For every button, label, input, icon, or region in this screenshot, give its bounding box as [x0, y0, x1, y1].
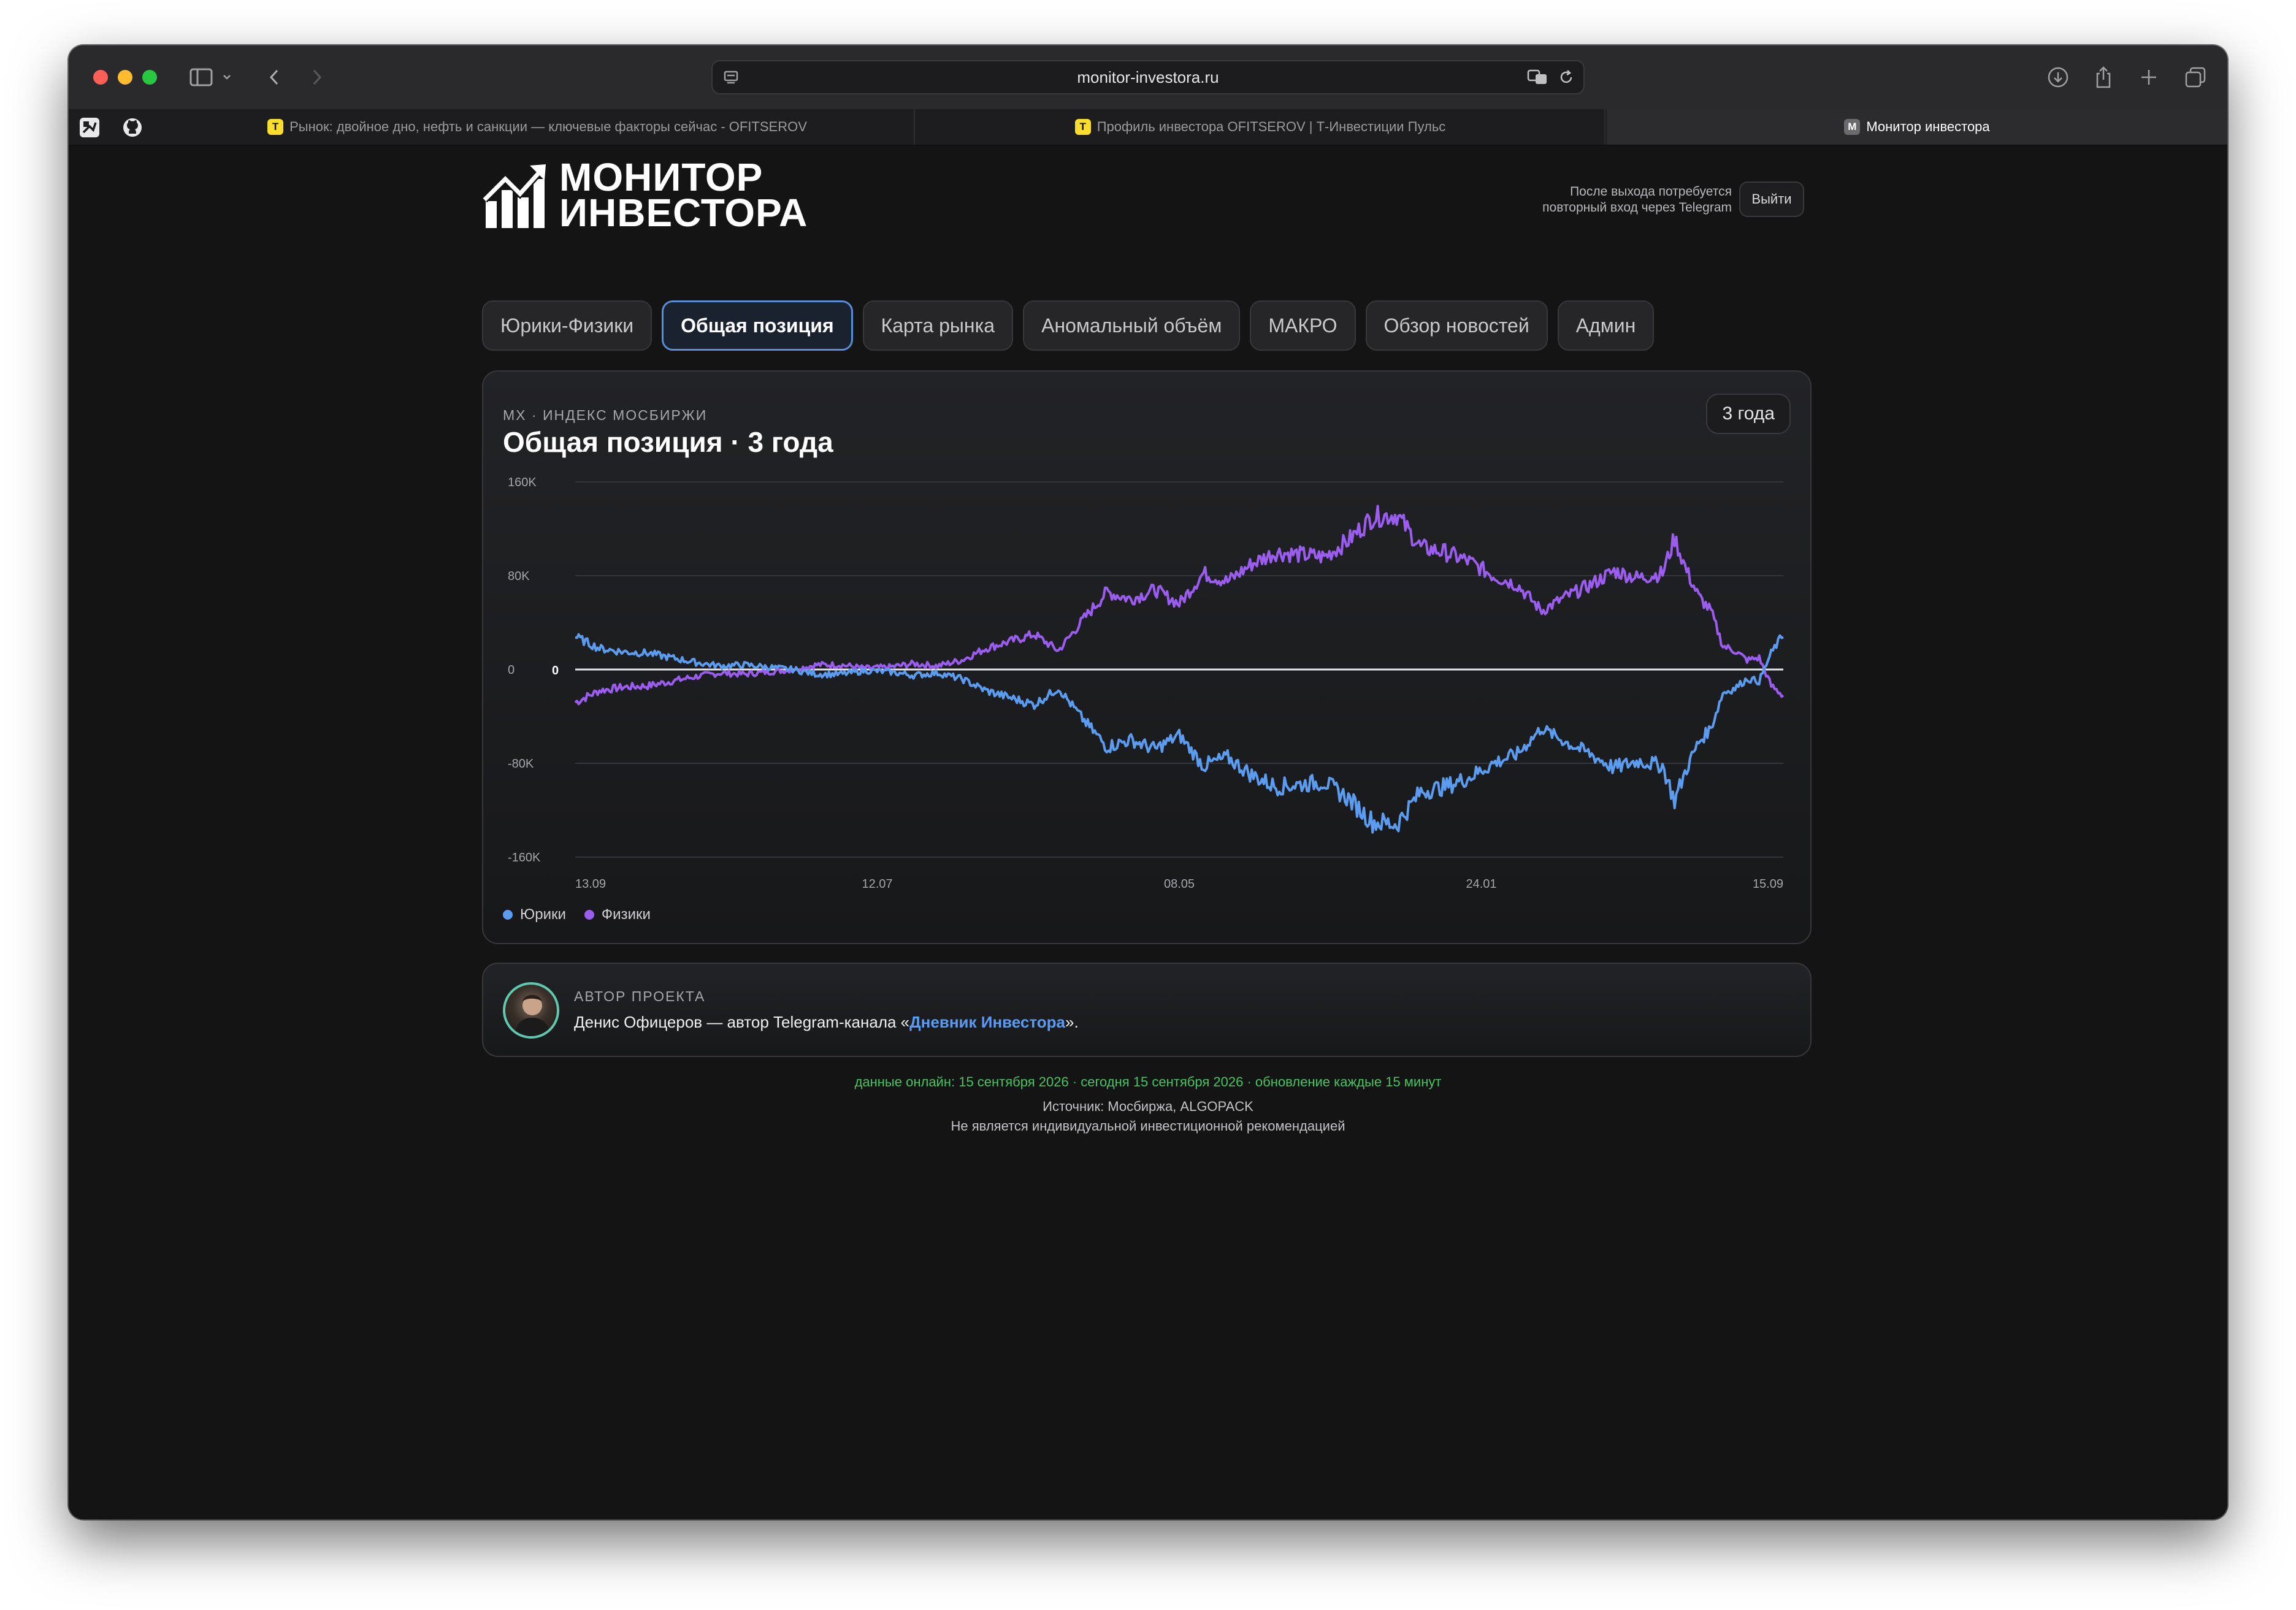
- x-tick-label: 13.09: [575, 877, 606, 891]
- author-text-after: ».: [1065, 1013, 1079, 1031]
- nav-tab-market-map[interactable]: Карта рынка: [862, 300, 1014, 351]
- tab-title: Монитор инвестора: [1866, 119, 1990, 134]
- zoom-window-button[interactable]: [142, 70, 157, 85]
- tinkoff-favicon-icon: T: [1074, 119, 1091, 135]
- author-card: АВТОР ПРОЕКТА Денис Офицеров — автор Tel…: [482, 963, 1812, 1057]
- minimize-window-button[interactable]: [118, 70, 132, 85]
- x-tick-label: 24.01: [1466, 877, 1496, 891]
- chart-legend: Юрики Физики: [503, 906, 651, 923]
- tab-title: Профиль инвестора OFITSEROV | Т-Инвестиц…: [1096, 119, 1446, 134]
- tab-overview-icon[interactable]: [2182, 64, 2209, 91]
- pinned-tab-app-icon[interactable]: [78, 116, 101, 139]
- author-kicker: АВТОР ПРОЕКТА: [574, 988, 706, 1004]
- nav-tab-admin[interactable]: Админ: [1557, 300, 1655, 351]
- downloads-icon[interactable]: [2045, 64, 2072, 91]
- telegram-channel-link[interactable]: Дневник Инвестора: [909, 1013, 1065, 1031]
- browser-window: monitor-investora.ru T Рынок: двойное дн…: [69, 45, 2227, 1519]
- legend-item-fiziki[interactable]: Физики: [584, 906, 651, 923]
- logo-line-2: ИНВЕСТОРА: [559, 191, 808, 235]
- logo-chart-icon: [482, 164, 546, 228]
- zero-label: 0: [552, 664, 559, 677]
- nav-tab-news-review[interactable]: Обзор новостей: [1365, 300, 1548, 351]
- data-status: данные онлайн: 15 сентября 2026 · сегодн…: [854, 1074, 1442, 1089]
- legend-label-yuriki: Юрики: [520, 906, 566, 923]
- y-tick-label: -80K: [508, 757, 534, 771]
- site-logo[interactable]: МОНИТОР ИНВЕСТОРА: [482, 155, 808, 235]
- logout-button[interactable]: Выйти: [1739, 181, 1804, 217]
- browser-tab[interactable]: T Профиль инвестора OFITSEROV | Т-Инвест…: [916, 109, 1605, 145]
- nav-tab-yuriki-fiziki[interactable]: Юрики-Физики: [482, 300, 652, 351]
- browser-tab[interactable]: T Рынок: двойное дно, нефть и санкции — …: [161, 109, 915, 145]
- page-content: МОНИТОР ИНВЕСТОРА После выхода потребует…: [69, 147, 2227, 1519]
- x-tick-label: 15.09: [1753, 877, 1783, 891]
- main-nav: Юрики-Физики Общая позиция Карта рынка А…: [482, 300, 1655, 351]
- disclaimer: Не является индивидуальной инвестиционно…: [951, 1118, 1345, 1134]
- reload-icon[interactable]: [1558, 69, 1575, 89]
- url-text: monitor-investora.ru: [1077, 67, 1219, 86]
- author-description: Денис Офицеров — автор Telegram-канала «…: [574, 1013, 1079, 1032]
- legend-item-yuriki[interactable]: Юрики: [503, 906, 566, 923]
- legend-label-fiziki: Физики: [601, 906, 651, 923]
- translate-icon[interactable]: [1527, 69, 1549, 89]
- data-source: Источник: Мосбиржа, ALGOPACK: [1043, 1099, 1253, 1114]
- y-tick-label: 0: [508, 663, 515, 677]
- chevron-down-icon[interactable]: [221, 64, 233, 91]
- legend-dot-fiziki: [584, 910, 594, 920]
- url-actions: [1527, 69, 1575, 89]
- back-icon[interactable]: [265, 64, 283, 91]
- series-line-fiziki: [574, 505, 1785, 706]
- tinkoff-favicon-icon: T: [267, 119, 284, 135]
- author-avatar: [503, 982, 559, 1039]
- logout-note: После выхода потребуется повторный вход …: [1542, 184, 1732, 216]
- y-tick-label: -160K: [508, 851, 541, 864]
- new-tab-icon[interactable]: [2137, 64, 2161, 91]
- monitor-favicon-icon: M: [1844, 119, 1861, 135]
- y-tick-label: 80K: [508, 570, 530, 583]
- series-line-yuriki: [575, 633, 1784, 834]
- position-chart: 160K 80K 0 -80K -160K 0 13.09 12.07 08.05 24.01 15…: [508, 476, 1785, 891]
- share-icon[interactable]: [2091, 64, 2116, 91]
- logo-wordmark: МОНИТОР ИНВЕСТОРА: [559, 155, 808, 235]
- x-tick-label: 12.07: [862, 877, 892, 891]
- x-tick-label: 08.05: [1164, 877, 1195, 891]
- logo-line-1: МОНИТОР: [559, 155, 763, 199]
- pinned-tab-github-icon[interactable]: [121, 116, 144, 139]
- chart-card: MX · ИНДЕКС МОСБИРЖИ Общая позиция · 3 г…: [482, 370, 1812, 944]
- window-controls: [93, 70, 157, 85]
- close-window-button[interactable]: [93, 70, 108, 85]
- tab-bar: T Рынок: двойное дно, нефть и санкции — …: [69, 109, 2227, 146]
- nav-tab-macro[interactable]: МАКРО: [1250, 300, 1356, 351]
- nav-tab-abnormal-volume[interactable]: Аномальный объём: [1023, 300, 1241, 351]
- logout-note-line-2: повторный вход через Telegram: [1542, 200, 1732, 215]
- tab-title: Рынок: двойное дно, нефть и санкции — кл…: [289, 119, 807, 134]
- sidebar-toggle-icon[interactable]: [188, 64, 215, 91]
- nav-tab-total-position[interactable]: Общая позиция: [662, 300, 853, 351]
- browser-toolbar: monitor-investora.ru: [69, 45, 2227, 109]
- browser-tab-active[interactable]: M Монитор инвестора: [1607, 109, 2227, 145]
- y-tick-label: 160K: [508, 476, 537, 489]
- address-bar[interactable]: monitor-investora.ru: [711, 60, 1585, 94]
- page-settings-icon[interactable]: [722, 69, 740, 89]
- author-text-before: Денис Офицеров — автор Telegram-канала «: [574, 1013, 910, 1031]
- forward-icon[interactable]: [308, 64, 326, 91]
- legend-dot-yuriki: [503, 910, 513, 920]
- logout-note-line-1: После выхода потребуется: [1570, 185, 1732, 199]
